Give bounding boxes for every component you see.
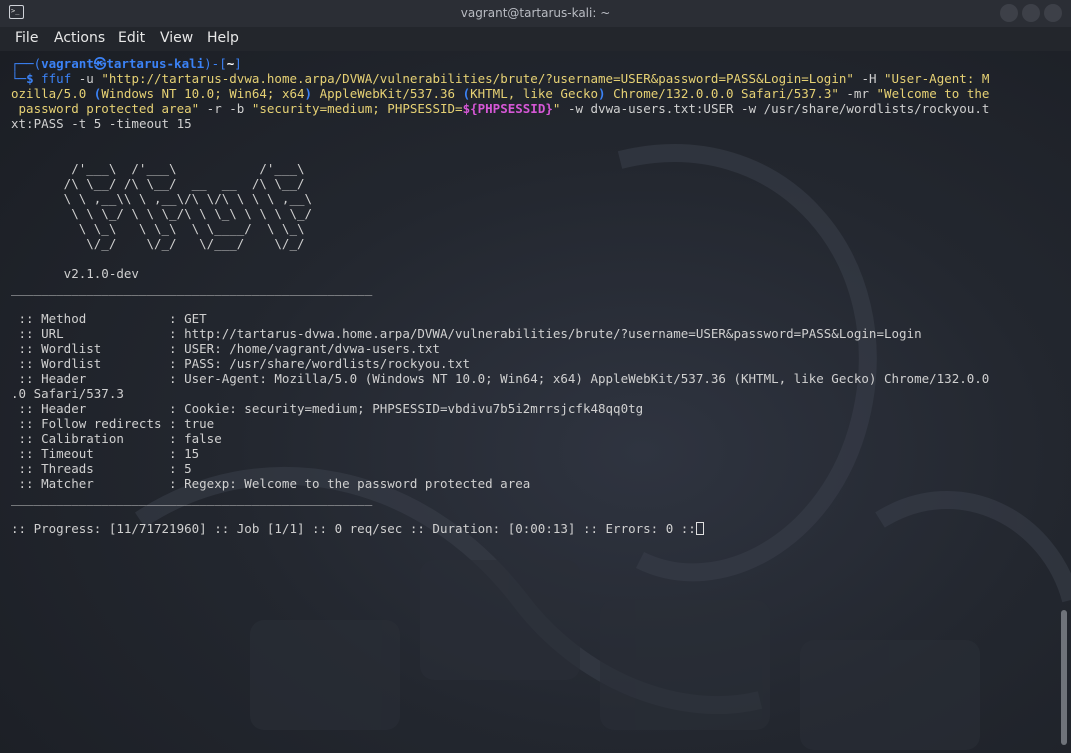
config-timeout: :: Timeout : 15: [11, 446, 200, 461]
menu-file[interactable]: File: [15, 30, 38, 46]
terminal-window: >_ vagrant@tartarus-kali: ~ File Actions…: [0, 0, 1071, 753]
command-line-3: password protected area" -r -b "security…: [11, 101, 990, 116]
banner-line: /\ \__/ /\ \__/ __ __ /\ \__/: [11, 176, 305, 191]
config-wordlist-pass: :: Wordlist : PASS: /usr/share/wordlists…: [11, 356, 471, 371]
menu-view[interactable]: View: [160, 30, 193, 46]
config-url: :: URL : http://tartarus-dvwa.home.arpa/…: [11, 326, 922, 341]
progress-line: :: Progress: [11/71721960] :: Job [1/1] …: [11, 521, 1056, 536]
config-method: :: Method : GET: [11, 311, 207, 326]
terminal-output[interactable]: ┌──(vagrant㉿tartarus-kali)-[~] └─$ ffuf …: [11, 56, 1056, 746]
banner-line: \ \_\ \ \_\ \ \____/ \ \_\: [11, 221, 305, 236]
banner-line: \/_/ \/_/ \/___/ \/_/: [11, 236, 305, 251]
command-line-2: ozilla/5.0 (Windows NT 10.0; Win64; x64)…: [11, 86, 990, 101]
menu-edit[interactable]: Edit: [118, 30, 145, 46]
prompt-line: ┌──(vagrant㉿tartarus-kali)-[~]: [11, 56, 242, 71]
menu-help[interactable]: Help: [207, 30, 239, 46]
command-line-4: xt:PASS -t 5 -timeout 15: [11, 116, 192, 131]
config-matcher: :: Matcher : Regexp: Welcome to the pass…: [11, 476, 531, 491]
title-bar: >_ vagrant@tartarus-kali: ~: [0, 0, 1071, 28]
window-title: vagrant@tartarus-kali: ~: [460, 6, 611, 20]
menu-bar: File Actions Edit View Help: [0, 27, 1071, 51]
config-header-ua: :: Header : User-Agent: Mozilla/5.0 (Win…: [11, 371, 990, 386]
divider: ________________________________________…: [11, 281, 373, 296]
divider: ________________________________________…: [11, 491, 373, 506]
version-text: v2.1.0-dev: [11, 266, 139, 281]
prompt-user: vagrant: [41, 56, 94, 71]
scrollbar-thumb[interactable]: [1061, 610, 1067, 745]
banner-line: \ \ ,__\\ \ ,__\/\ \/\ \ \ \ ,__\: [11, 191, 313, 206]
config-wordlist-user: :: Wordlist : USER: /home/vagrant/dvwa-u…: [11, 341, 440, 356]
config-header-cookie: :: Header : Cookie: security=medium; PHP…: [11, 401, 644, 416]
banner-line: /'___\ /'___\ /'___\: [11, 161, 305, 176]
config-threads: :: Threads : 5: [11, 461, 192, 476]
menu-actions[interactable]: Actions: [54, 30, 105, 46]
prompt-host: tartarus-kali: [106, 56, 205, 71]
progress-text: :: Progress: [11/71721960] :: Job [1/1] …: [11, 521, 696, 536]
close-button[interactable]: [1044, 4, 1062, 22]
maximize-button[interactable]: [1022, 4, 1040, 22]
banner-line: \ \ \_/ \ \ \_/\ \ \_\ \ \ \ \_/: [11, 206, 313, 221]
config-header-ua-wrap: .0 Safari/537.3: [11, 386, 124, 401]
minimize-button[interactable]: [1000, 4, 1018, 22]
config-follow-redirects: :: Follow redirects : true: [11, 416, 215, 431]
text-cursor: [695, 522, 704, 535]
config-calibration: :: Calibration : false: [11, 431, 222, 446]
command-line-1: └─$ ffuf -u "http://tartarus-dvwa.home.a…: [11, 71, 990, 86]
